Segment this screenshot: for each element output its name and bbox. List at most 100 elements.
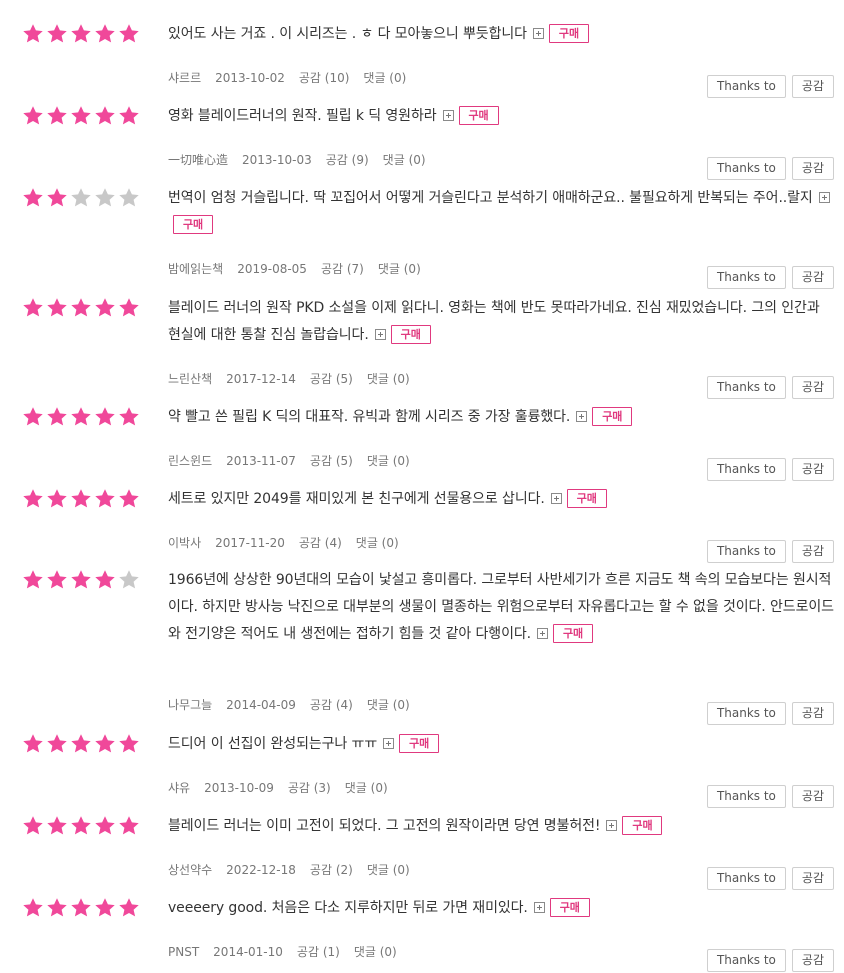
star-filled-icon	[22, 187, 44, 209]
star-filled-icon	[94, 488, 116, 510]
review-text: 세트로 있지만 2049를 재미있게 본 친구에게 선물용으로 삽니다. 구매	[168, 486, 834, 513]
review-actions: Thanks to 공감	[706, 785, 834, 808]
star-filled-icon	[94, 897, 116, 919]
like-count: 공감 (1)	[296, 945, 340, 959]
review-meta: 샤르르 2013-10-02 공감 (10) 댓글 (0)	[168, 69, 420, 86]
expand-plus-icon[interactable]	[374, 329, 386, 340]
like-button[interactable]: 공감	[791, 867, 834, 890]
star-rating	[22, 406, 140, 430]
review-text-content: 세트로 있지만 2049를 재미있게 본 친구에게 선물용으로 삽니다.	[168, 491, 545, 507]
like-count: 공감 (2)	[309, 863, 353, 877]
thanks-to-button[interactable]: Thanks to	[706, 458, 786, 481]
star-rating	[22, 187, 140, 211]
review-actions: Thanks to 공감	[706, 702, 834, 725]
review-text: veeeery good. 처음은 다소 지루하지만 뒤로 가면 재미있다. 구매	[168, 895, 834, 922]
thanks-to-button[interactable]: Thanks to	[706, 785, 786, 808]
thanks-to-button[interactable]: Thanks to	[706, 702, 786, 725]
thanks-to-button[interactable]: Thanks to	[706, 157, 786, 180]
like-button[interactable]: 공감	[791, 540, 834, 563]
star-filled-icon	[118, 488, 140, 510]
review-meta: 샤유 2013-10-09 공감 (3) 댓글 (0)	[168, 779, 402, 796]
star-filled-icon	[70, 23, 92, 45]
star-filled-icon	[70, 488, 92, 510]
comment-count[interactable]: 댓글 (0)	[367, 698, 410, 712]
review-meta: 나무그늘 2014-04-09 공감 (4) 댓글 (0)	[168, 696, 424, 713]
reviewer-name[interactable]: 샤르르	[168, 71, 201, 85]
expand-plus-icon[interactable]	[576, 411, 588, 422]
review-meta: 느린산책 2017-12-14 공감 (5) 댓글 (0)	[168, 370, 424, 387]
buy-badge: 구매	[566, 489, 607, 508]
star-filled-icon	[70, 733, 92, 755]
expand-plus-icon[interactable]	[537, 628, 549, 639]
star-filled-icon	[46, 406, 68, 428]
buy-badge: 구매	[548, 24, 589, 43]
star-filled-icon	[94, 406, 116, 428]
thanks-to-button[interactable]: Thanks to	[706, 949, 786, 972]
star-filled-icon	[22, 488, 44, 510]
thanks-to-button[interactable]: Thanks to	[706, 75, 786, 98]
reviewer-name[interactable]: 밤에읽는책	[168, 262, 223, 276]
reviewer-name[interactable]: 샤유	[168, 781, 190, 795]
expand-plus-icon[interactable]	[532, 28, 544, 39]
review-text: 있어도 사는 거죠 . 이 시리즈는 . ㅎ 다 모아놓으니 뿌듯합니다 구매	[168, 21, 834, 48]
review-meta: 이박사 2017-11-20 공감 (4) 댓글 (0)	[168, 534, 413, 551]
star-empty-icon	[118, 569, 140, 591]
thanks-to-button[interactable]: Thanks to	[706, 266, 786, 289]
expand-plus-icon[interactable]	[550, 493, 562, 504]
expand-plus-icon[interactable]	[383, 738, 395, 749]
comment-count[interactable]: 댓글 (0)	[363, 71, 406, 85]
expand-plus-icon[interactable]	[442, 110, 454, 121]
review-date: 2017-11-20	[215, 536, 285, 550]
thanks-to-button[interactable]: Thanks to	[706, 867, 786, 890]
star-filled-icon	[94, 297, 116, 319]
star-filled-icon	[118, 733, 140, 755]
expand-plus-icon[interactable]	[606, 820, 618, 831]
reviewer-name[interactable]: 린스윈드	[168, 454, 212, 468]
reviewer-name[interactable]: 느린산책	[168, 372, 212, 386]
review-date: 2014-04-09	[226, 698, 296, 712]
reviewer-name[interactable]: 이박사	[168, 536, 201, 550]
comment-count[interactable]: 댓글 (0)	[367, 454, 410, 468]
review-actions: Thanks to 공감	[706, 540, 834, 563]
expand-plus-icon[interactable]	[818, 192, 830, 203]
like-button[interactable]: 공감	[791, 702, 834, 725]
reviewer-name[interactable]: PNST	[168, 945, 199, 959]
review-meta: 一切唯心造 2013-10-03 공감 (9) 댓글 (0)	[168, 151, 440, 168]
comment-count[interactable]: 댓글 (0)	[345, 781, 388, 795]
reviewer-name[interactable]: 一切唯心造	[168, 153, 228, 167]
like-count: 공감 (3)	[287, 781, 331, 795]
reviewer-name[interactable]: 나무그늘	[168, 698, 212, 712]
review-date: 2022-12-18	[226, 863, 296, 877]
review-body: 블레이드 러너는 이미 고전이 되었다. 그 고전의 원작이라면 당연 명불허전…	[168, 813, 834, 877]
like-button[interactable]: 공감	[791, 266, 834, 289]
buy-badge: 구매	[173, 215, 214, 234]
reviewer-name[interactable]: 상선약수	[168, 863, 212, 877]
star-empty-icon	[118, 187, 140, 209]
like-button[interactable]: 공감	[791, 157, 834, 180]
comment-count[interactable]: 댓글 (0)	[383, 153, 426, 167]
review-actions: Thanks to 공감	[706, 157, 834, 180]
star-filled-icon	[94, 105, 116, 127]
like-button[interactable]: 공감	[791, 949, 834, 972]
like-button[interactable]: 공감	[791, 785, 834, 808]
thanks-to-button[interactable]: Thanks to	[706, 376, 786, 399]
like-button[interactable]: 공감	[791, 458, 834, 481]
review-date: 2014-01-10	[213, 945, 283, 959]
comment-count[interactable]: 댓글 (0)	[367, 372, 410, 386]
buy-badge: 구매	[549, 898, 590, 917]
comment-count[interactable]: 댓글 (0)	[354, 945, 397, 959]
thanks-to-button[interactable]: Thanks to	[706, 540, 786, 563]
review-body: 약 빨고 쓴 필립 K 딕의 대표작. 유빅과 함께 시리즈 중 가장 훌륭했다…	[168, 404, 834, 468]
like-button[interactable]: 공감	[791, 75, 834, 98]
like-button[interactable]: 공감	[791, 376, 834, 399]
expand-plus-icon[interactable]	[533, 902, 545, 913]
comment-count[interactable]: 댓글 (0)	[356, 536, 399, 550]
star-rating	[22, 105, 140, 129]
comment-count[interactable]: 댓글 (0)	[367, 863, 410, 877]
review-date: 2013-10-02	[215, 71, 285, 85]
review-body: 있어도 사는 거죠 . 이 시리즈는 . ㅎ 다 모아놓으니 뿌듯합니다 구매샤르…	[168, 21, 834, 85]
comment-count[interactable]: 댓글 (0)	[378, 262, 421, 276]
star-filled-icon	[118, 897, 140, 919]
review-text-content: 블레이드 러너는 이미 고전이 되었다. 그 고전의 원작이라면 당연 명불허전…	[168, 818, 601, 834]
review-meta: PNST 2014-01-10 공감 (1) 댓글 (0)	[168, 943, 411, 960]
